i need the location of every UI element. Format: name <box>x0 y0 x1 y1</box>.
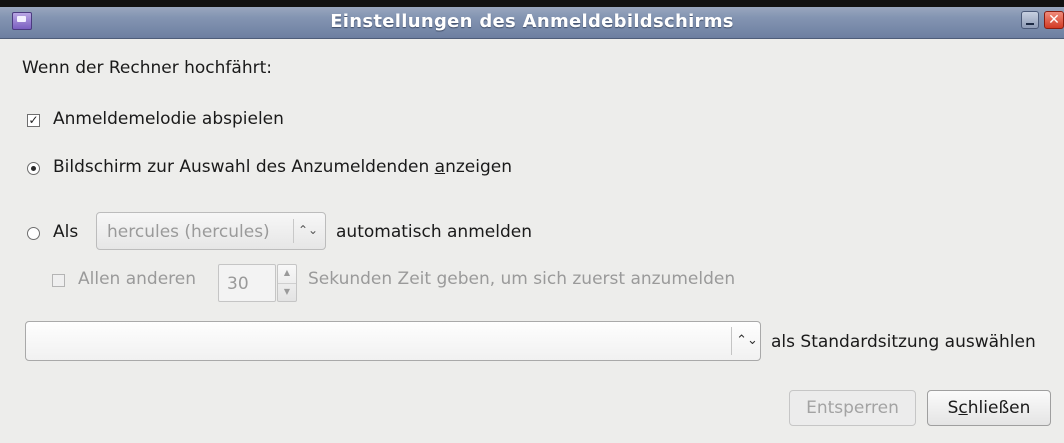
close-icon[interactable]: ✕ <box>1044 11 1064 29</box>
autologin-label-post: automatisch anmelden <box>336 222 532 242</box>
melody-label[interactable]: Anmeldemelodie abspielen <box>53 109 284 129</box>
spin-down-icon[interactable]: ▼ <box>278 283 296 301</box>
autologin-label-pre[interactable]: Als <box>53 222 78 242</box>
timed-login-label-post: Sekunden Zeit geben, um sich zuerst anzu… <box>308 269 736 289</box>
window-title: Einstellungen des Anmeldebildschirms <box>330 11 734 32</box>
chevron-updown-icon: ⌃⌄ <box>298 223 319 237</box>
desktop-strip <box>0 0 1064 7</box>
unlock-button[interactable]: Entsperren <box>789 390 916 426</box>
timed-login-checkbox[interactable] <box>52 274 65 287</box>
section-heading: Wenn der Rechner hochfährt: <box>22 58 272 78</box>
chevron-updown-icon: ⌃⌄ <box>736 333 758 348</box>
timed-login-label-pre[interactable]: Allen anderen <box>78 269 196 289</box>
minimize-icon[interactable] <box>1021 11 1039 29</box>
melody-checkbox[interactable]: ✓ <box>27 114 40 127</box>
autologin-radio[interactable] <box>27 227 40 240</box>
window-titlebar[interactable]: Einstellungen des Anmeldebildschirms ✕ <box>0 0 1064 39</box>
chooser-radio[interactable] <box>27 162 40 175</box>
timed-seconds-value: 30 <box>227 274 249 294</box>
timed-seconds-field[interactable]: 30 <box>218 264 276 302</box>
autologin-user-value: hercules (hercules) <box>107 222 270 242</box>
close-button[interactable]: Schließen <box>927 390 1051 426</box>
seconds-spin-buttons[interactable]: ▲ ▼ <box>277 264 297 302</box>
spin-up-icon[interactable]: ▲ <box>278 265 296 283</box>
session-combo[interactable]: ⌃⌄ <box>25 321 761 361</box>
session-label: als Standardsitzung auswählen <box>771 332 1036 352</box>
chooser-label[interactable]: Bildschirm zur Auswahl des Anzumeldenden… <box>53 157 512 177</box>
autologin-user-combo[interactable]: hercules (hercules) ⌃⌄ <box>96 212 326 250</box>
